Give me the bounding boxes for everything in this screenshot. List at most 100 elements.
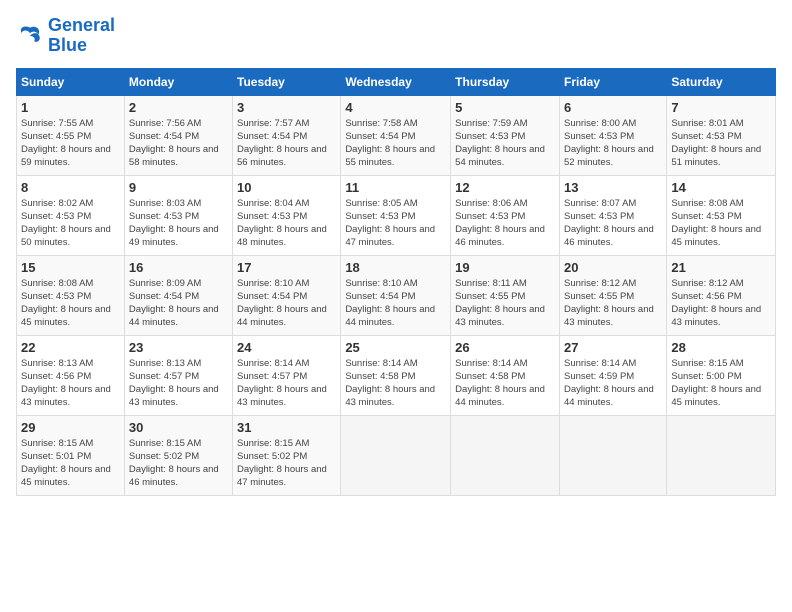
day-info: Sunrise: 8:15 AMSunset: 5:02 PMDaylight:…: [129, 437, 228, 490]
day-info: Sunrise: 8:10 AMSunset: 4:54 PMDaylight:…: [345, 277, 446, 330]
day-info: Sunrise: 8:03 AMSunset: 4:53 PMDaylight:…: [129, 197, 228, 250]
day-number: 3: [237, 100, 336, 115]
logo: General Blue: [16, 16, 115, 56]
calendar-day-cell: 13 Sunrise: 8:07 AMSunset: 4:53 PMDayligh…: [559, 175, 666, 255]
calendar-day-cell: 7Sunrise: 8:01 AMSunset: 4:53 PMDaylight…: [667, 95, 776, 175]
day-number: 12: [455, 180, 555, 195]
weekday-header: Wednesday: [341, 68, 451, 95]
calendar-day-cell: 6Sunrise: 8:00 AMSunset: 4:53 PMDaylight…: [559, 95, 666, 175]
day-number: 6: [564, 100, 662, 115]
calendar-day-cell: 12 Sunrise: 8:06 AMSunset: 4:53 PMDayligh…: [451, 175, 560, 255]
day-info: Sunrise: 7:57 AMSunset: 4:54 PMDaylight:…: [237, 117, 336, 170]
day-number: 30: [129, 420, 228, 435]
calendar-day-cell: [559, 415, 666, 495]
calendar-day-cell: 23 Sunrise: 8:13 AMSunset: 4:57 PMDayligh…: [124, 335, 232, 415]
day-number: 9: [129, 180, 228, 195]
page-header: General Blue: [16, 16, 776, 56]
calendar-day-cell: [341, 415, 451, 495]
day-info: Sunrise: 8:04 AMSunset: 4:53 PMDaylight:…: [237, 197, 336, 250]
day-info: Sunrise: 8:15 AMSunset: 5:02 PMDaylight:…: [237, 437, 336, 490]
calendar-day-cell: 18 Sunrise: 8:10 AMSunset: 4:54 PMDayligh…: [341, 255, 451, 335]
calendar-day-cell: 8 Sunrise: 8:02 AMSunset: 4:53 PMDaylight…: [17, 175, 125, 255]
calendar-week-row: 29 Sunrise: 8:15 AMSunset: 5:01 PMDayligh…: [17, 415, 776, 495]
day-info: Sunrise: 8:13 AMSunset: 4:56 PMDaylight:…: [21, 357, 120, 410]
day-info: Sunrise: 8:07 AMSunset: 4:53 PMDaylight:…: [564, 197, 662, 250]
day-number: 29: [21, 420, 120, 435]
day-number: 31: [237, 420, 336, 435]
day-info: Sunrise: 7:56 AMSunset: 4:54 PMDaylight:…: [129, 117, 228, 170]
day-info: Sunrise: 8:14 AMSunset: 4:57 PMDaylight:…: [237, 357, 336, 410]
day-number: 21: [671, 260, 771, 275]
day-info: Sunrise: 7:58 AMSunset: 4:54 PMDaylight:…: [345, 117, 446, 170]
day-info: Sunrise: 8:14 AMSunset: 4:58 PMDaylight:…: [345, 357, 446, 410]
logo-icon: [16, 22, 44, 50]
day-info: Sunrise: 8:09 AMSunset: 4:54 PMDaylight:…: [129, 277, 228, 330]
day-info: Sunrise: 8:08 AMSunset: 4:53 PMDaylight:…: [21, 277, 120, 330]
day-number: 15: [21, 260, 120, 275]
logo-general: General: [48, 16, 115, 36]
day-number: 7: [671, 100, 771, 115]
calendar-day-cell: 20Sunrise: 8:12 AMSunset: 4:55 PMDayligh…: [559, 255, 666, 335]
day-info: Sunrise: 8:15 AMSunset: 5:01 PMDaylight:…: [21, 437, 120, 490]
calendar-day-cell: 9 Sunrise: 8:03 AMSunset: 4:53 PMDaylight…: [124, 175, 232, 255]
day-number: 22: [21, 340, 120, 355]
logo-blue: Blue: [48, 36, 115, 56]
calendar-week-row: 22 Sunrise: 8:13 AMSunset: 4:56 PMDayligh…: [17, 335, 776, 415]
weekday-header: Sunday: [17, 68, 125, 95]
day-number: 16: [129, 260, 228, 275]
day-number: 17: [237, 260, 336, 275]
weekday-header: Monday: [124, 68, 232, 95]
day-info: Sunrise: 8:15 AMSunset: 5:00 PMDaylight:…: [671, 357, 771, 410]
day-info: Sunrise: 8:14 AMSunset: 4:58 PMDaylight:…: [455, 357, 555, 410]
calendar-day-cell: 31 Sunrise: 8:15 AMSunset: 5:02 PMDayligh…: [233, 415, 341, 495]
weekday-header: Thursday: [451, 68, 560, 95]
weekday-header: Friday: [559, 68, 666, 95]
calendar-day-cell: 16 Sunrise: 8:09 AMSunset: 4:54 PMDayligh…: [124, 255, 232, 335]
day-number: 4: [345, 100, 446, 115]
day-info: Sunrise: 8:13 AMSunset: 4:57 PMDaylight:…: [129, 357, 228, 410]
calendar-day-cell: 25 Sunrise: 8:14 AMSunset: 4:58 PMDayligh…: [341, 335, 451, 415]
day-info: Sunrise: 8:02 AMSunset: 4:53 PMDaylight:…: [21, 197, 120, 250]
day-number: 10: [237, 180, 336, 195]
day-number: 13: [564, 180, 662, 195]
day-number: 11: [345, 180, 446, 195]
calendar-day-cell: 26 Sunrise: 8:14 AMSunset: 4:58 PMDayligh…: [451, 335, 560, 415]
day-number: 25: [345, 340, 446, 355]
calendar-day-cell: [667, 415, 776, 495]
day-info: Sunrise: 8:10 AMSunset: 4:54 PMDaylight:…: [237, 277, 336, 330]
day-number: 1: [21, 100, 120, 115]
calendar-week-row: 8 Sunrise: 8:02 AMSunset: 4:53 PMDaylight…: [17, 175, 776, 255]
day-number: 8: [21, 180, 120, 195]
day-number: 26: [455, 340, 555, 355]
day-number: 5: [455, 100, 555, 115]
calendar-day-cell: 1Sunrise: 7:55 AMSunset: 4:55 PMDaylight…: [17, 95, 125, 175]
day-number: 19: [455, 260, 555, 275]
day-number: 18: [345, 260, 446, 275]
calendar-day-cell: 2 Sunrise: 7:56 AMSunset: 4:54 PMDaylight…: [124, 95, 232, 175]
calendar-table: SundayMondayTuesdayWednesdayThursdayFrid…: [16, 68, 776, 496]
calendar-day-cell: 17 Sunrise: 8:10 AMSunset: 4:54 PMDayligh…: [233, 255, 341, 335]
day-number: 24: [237, 340, 336, 355]
day-number: 23: [129, 340, 228, 355]
day-info: Sunrise: 8:11 AMSunset: 4:55 PMDaylight:…: [455, 277, 555, 330]
day-number: 20: [564, 260, 662, 275]
calendar-day-cell: 3 Sunrise: 7:57 AMSunset: 4:54 PMDaylight…: [233, 95, 341, 175]
day-info: Sunrise: 8:12 AMSunset: 4:56 PMDaylight:…: [671, 277, 771, 330]
day-number: 27: [564, 340, 662, 355]
weekday-header-row: SundayMondayTuesdayWednesdayThursdayFrid…: [17, 68, 776, 95]
calendar-week-row: 1Sunrise: 7:55 AMSunset: 4:55 PMDaylight…: [17, 95, 776, 175]
calendar-week-row: 15 Sunrise: 8:08 AMSunset: 4:53 PMDayligh…: [17, 255, 776, 335]
calendar-day-cell: 11 Sunrise: 8:05 AMSunset: 4:53 PMDayligh…: [341, 175, 451, 255]
calendar-day-cell: [451, 415, 560, 495]
day-number: 2: [129, 100, 228, 115]
day-info: Sunrise: 8:06 AMSunset: 4:53 PMDaylight:…: [455, 197, 555, 250]
calendar-day-cell: 5Sunrise: 7:59 AMSunset: 4:53 PMDaylight…: [451, 95, 560, 175]
calendar-day-cell: 30 Sunrise: 8:15 AMSunset: 5:02 PMDayligh…: [124, 415, 232, 495]
day-number: 28: [671, 340, 771, 355]
calendar-day-cell: 27 Sunrise: 8:14 AMSunset: 4:59 PMDayligh…: [559, 335, 666, 415]
calendar-day-cell: 28 Sunrise: 8:15 AMSunset: 5:00 PMDayligh…: [667, 335, 776, 415]
calendar-day-cell: 21 Sunrise: 8:12 AMSunset: 4:56 PMDayligh…: [667, 255, 776, 335]
day-info: Sunrise: 8:08 AMSunset: 4:53 PMDaylight:…: [671, 197, 771, 250]
day-info: Sunrise: 8:05 AMSunset: 4:53 PMDaylight:…: [345, 197, 446, 250]
day-info: Sunrise: 8:14 AMSunset: 4:59 PMDaylight:…: [564, 357, 662, 410]
